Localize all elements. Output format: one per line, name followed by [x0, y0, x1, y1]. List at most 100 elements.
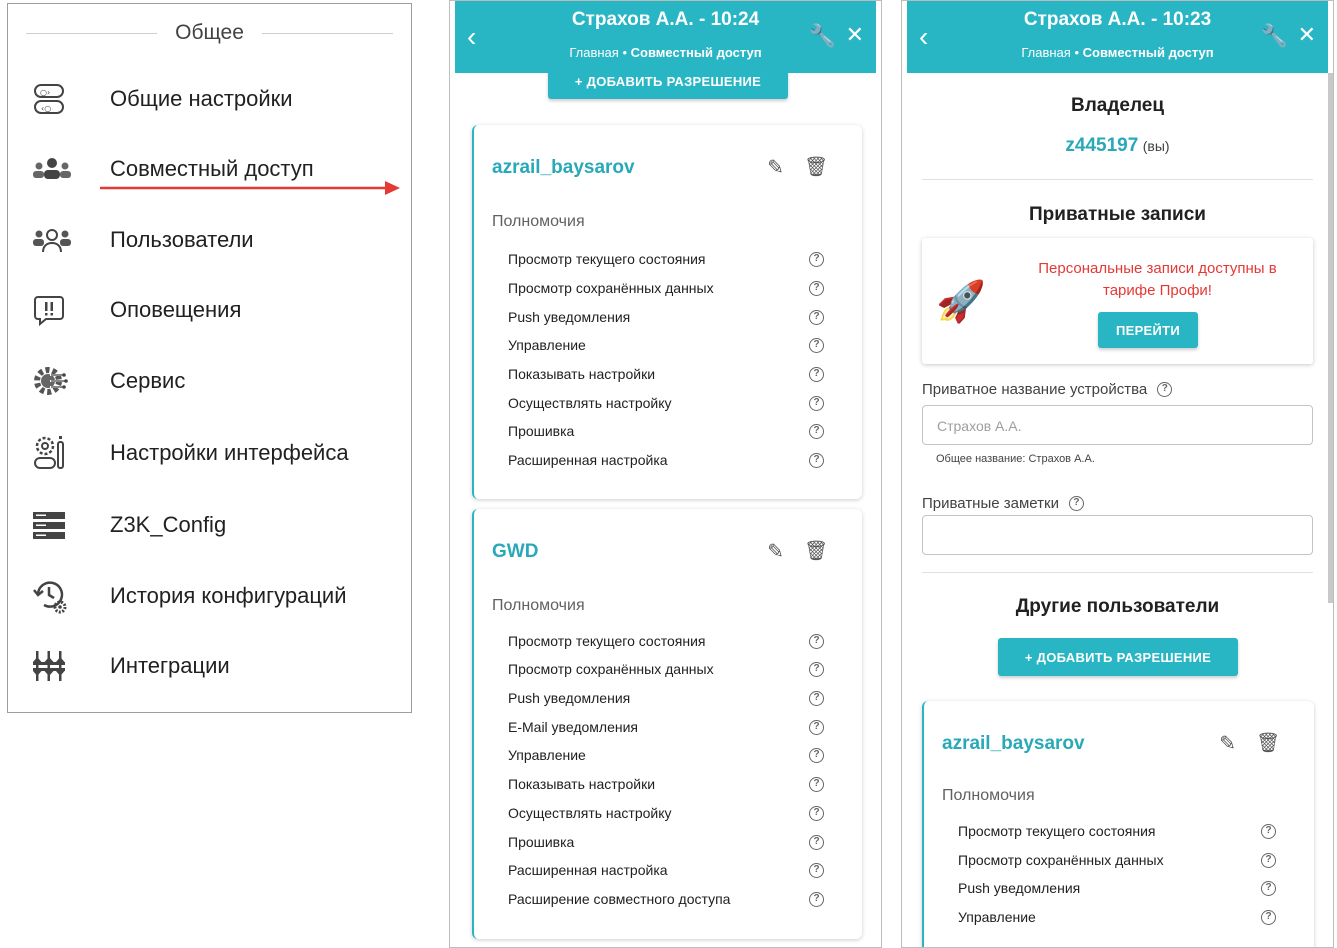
edit-icon[interactable]: ✎ — [1219, 731, 1236, 756]
permission-row: Просмотр текущего состояния? — [958, 819, 1276, 843]
breadcrumb-home[interactable]: Главная — [569, 45, 618, 60]
delete-icon[interactable]: 🗑 — [804, 539, 828, 563]
permissions-heading: Полномочия — [492, 213, 585, 230]
permission-label: Push уведомления — [508, 690, 631, 706]
edit-icon[interactable]: ✎ — [767, 155, 784, 180]
permission-label: Расширение совместного доступа — [508, 891, 731, 907]
permission-row: Прошивка? — [508, 419, 824, 443]
scrollbar[interactable] — [1328, 73, 1333, 603]
help-icon[interactable]: ? — [809, 452, 824, 468]
notes-input[interactable] — [922, 515, 1313, 555]
permissions-heading: Полномочия — [492, 597, 585, 614]
permission-row: Управление? — [508, 743, 824, 767]
add-permission-button[interactable]: + ДОБАВИТЬ РАЗРЕШЕНИЕ — [998, 638, 1238, 676]
menu-item-integrations[interactable]: Интеграции — [28, 641, 403, 691]
menu-item-users[interactable]: Пользователи — [28, 215, 403, 265]
help-icon[interactable]: ? — [1261, 909, 1276, 925]
device-name-placeholder: Страхов А.А. — [937, 418, 1022, 434]
permission-row: Показывать настройки? — [508, 362, 824, 386]
permission-row: Управление? — [958, 905, 1276, 929]
help-icon[interactable]: ? — [809, 395, 824, 411]
permission-label: Показывать настройки — [508, 366, 656, 382]
toggles-icon: ○› ‹○ — [28, 79, 94, 119]
menu-item-label: Сервис — [110, 368, 186, 393]
delete-icon[interactable]: 🗑 — [1256, 731, 1280, 755]
owner-line: z445197 (вы) — [902, 135, 1333, 157]
permission-row: Push уведомления? — [508, 686, 824, 710]
owner-you-label: (вы) — [1142, 138, 1170, 154]
help-icon[interactable]: ? — [809, 747, 824, 763]
permission-label: Осуществлять настройку — [508, 805, 672, 821]
menu-item-general-settings[interactable]: ○› ‹○ Общие настройки — [28, 74, 403, 124]
close-icon[interactable]: ✕ — [846, 23, 864, 47]
help-icon[interactable]: ? — [1261, 880, 1276, 896]
app-bar: ‹ Страхов А.А. - 10:24 Главная • Совмест… — [455, 1, 876, 73]
interface-settings-icon — [28, 433, 94, 473]
device-name-input[interactable]: Страхов А.А. — [922, 405, 1313, 445]
help-icon[interactable]: ? — [809, 423, 824, 439]
shared-users-icon — [28, 149, 94, 189]
close-icon[interactable]: ✕ — [1298, 23, 1316, 47]
permission-row: Просмотр сохранённых данных? — [508, 657, 824, 681]
help-icon[interactable]: ? — [809, 891, 824, 907]
user-permission-card: azrail_baysarov ✎ 🗑 Полномочия Просмотр … — [922, 701, 1314, 947]
rocket-icon: 🚀 — [936, 280, 986, 324]
help-icon[interactable]: ? — [809, 834, 824, 850]
card-username[interactable]: azrail_baysarov — [492, 157, 635, 179]
permission-row: Расширенная настройка? — [508, 448, 824, 472]
permission-label: Просмотр текущего состояния — [508, 251, 706, 267]
permission-label: Прошивка — [508, 423, 575, 439]
permission-label: Просмотр сохранённых данных — [508, 661, 714, 677]
card-username[interactable]: azrail_baysarov — [942, 733, 1085, 755]
help-icon[interactable]: ? — [809, 309, 824, 325]
permission-label: Прошивка — [508, 834, 575, 850]
promo-text: Персональные записи доступны в тарифе Пр… — [1038, 260, 1277, 299]
go-button[interactable]: ПЕРЕЙТИ — [1098, 312, 1198, 348]
help-icon[interactable]: ? — [1157, 382, 1173, 397]
user-permission-card: azrail_baysarov ✎ 🗑 Полномочия Просмотр … — [472, 125, 862, 499]
help-icon[interactable]: ? — [809, 251, 824, 267]
permissions-heading: Полномочия — [942, 787, 1035, 804]
breadcrumb-home[interactable]: Главная — [1021, 45, 1070, 60]
menu-item-config-history[interactable]: История конфигураций — [28, 571, 403, 621]
permission-row: Просмотр текущего состояния? — [508, 247, 824, 271]
permission-label: E-Mail уведомления — [508, 719, 638, 735]
wrench-icon[interactable]: 🔧 — [1261, 23, 1288, 49]
permission-label: Просмотр текущего состояния — [958, 823, 1156, 839]
svg-text:‹○: ‹○ — [41, 104, 51, 113]
help-icon[interactable]: ? — [1068, 496, 1084, 511]
help-icon[interactable]: ? — [809, 805, 824, 821]
help-icon[interactable]: ? — [809, 690, 824, 706]
help-icon[interactable]: ? — [1261, 852, 1276, 868]
permission-row: Расширенная настройка? — [508, 858, 824, 882]
wrench-icon[interactable]: 🔧 — [809, 23, 836, 49]
card-username[interactable]: GWD — [492, 541, 538, 563]
permission-label: Push уведомления — [508, 309, 631, 325]
menu-item-label: История конфигураций — [110, 583, 347, 608]
help-icon[interactable]: ? — [809, 337, 824, 353]
help-icon[interactable]: ? — [809, 280, 824, 296]
help-icon[interactable]: ? — [809, 719, 824, 735]
permission-row: Осуществлять настройку? — [508, 801, 824, 825]
permission-label: Просмотр сохранённых данных — [508, 280, 714, 296]
menu-item-notifications[interactable]: Оповещения — [28, 285, 403, 335]
help-icon[interactable]: ? — [809, 366, 824, 382]
menu-item-service[interactable]: Сервис — [28, 356, 403, 406]
edit-icon[interactable]: ✎ — [767, 539, 784, 564]
integrations-icon — [28, 646, 94, 686]
help-icon[interactable]: ? — [809, 633, 824, 649]
help-icon[interactable]: ? — [809, 661, 824, 677]
permission-row: Прошивка? — [508, 830, 824, 854]
permission-row: Просмотр сохранённых данных? — [508, 276, 824, 300]
permission-row: E-Mail уведомления? — [508, 715, 824, 739]
menu-item-label: Настройки интерфейса — [110, 440, 349, 465]
help-icon[interactable]: ? — [809, 776, 824, 792]
menu-item-z3k-config[interactable]: Z3K_Config — [28, 500, 403, 550]
permission-label: Показывать настройки — [508, 776, 656, 792]
menu-item-label: Интеграции — [110, 653, 230, 678]
menu-item-label: Общие настройки — [110, 86, 293, 111]
menu-item-interface-settings[interactable]: Настройки интерфейса — [28, 428, 403, 478]
delete-icon[interactable]: 🗑 — [804, 155, 828, 179]
help-icon[interactable]: ? — [809, 862, 824, 878]
help-icon[interactable]: ? — [1261, 823, 1276, 839]
